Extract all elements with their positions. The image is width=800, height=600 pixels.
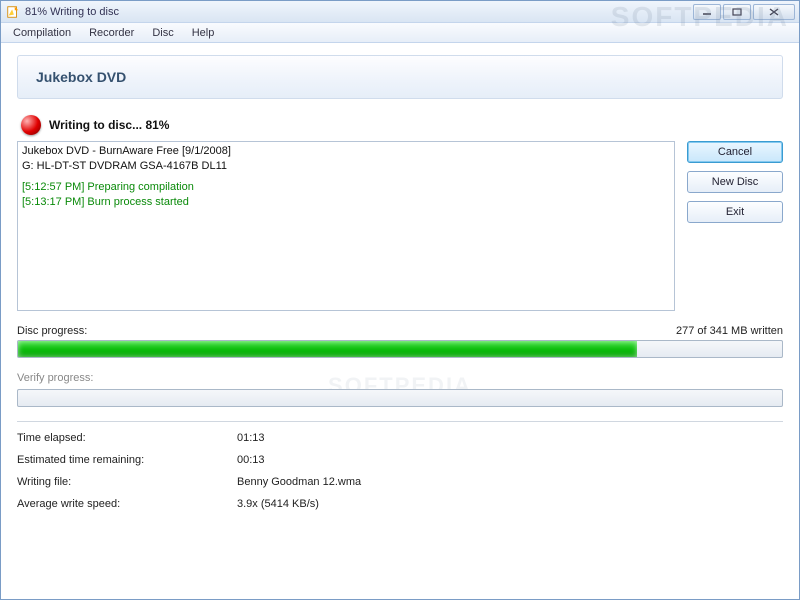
verify-progress-bar [17,389,783,407]
disc-progress-bar [17,340,783,358]
app-icon [5,4,21,20]
writing-file-label: Writing file: [17,476,237,488]
log-output[interactable]: Jukebox DVD - BurnAware Free [9/1/2008] … [17,141,675,311]
cancel-button[interactable]: Cancel [687,141,783,163]
verify-progress-label: Verify progress: [17,372,783,384]
window-title: 81% Writing to disc [25,6,119,18]
content-area: SOFTPEDIA Jukebox DVD Writing to disc...… [1,43,799,599]
menubar: Compilation Recorder Disc Help [1,23,799,43]
divider [17,421,783,422]
status-row: Writing to disc... 81% [21,115,783,135]
disc-progress-labels: Disc progress: 277 of 341 MB written [17,325,783,337]
new-disc-button[interactable]: New Disc [687,171,783,193]
time-elapsed-label: Time elapsed: [17,432,237,444]
avg-speed-value: 3.9x (5414 KB/s) [237,498,783,510]
est-remaining-label: Estimated time remaining: [17,454,237,466]
time-elapsed-value: 01:13 [237,432,783,444]
page-title: Jukebox DVD [36,69,126,85]
log-line: G: HL-DT-ST DVDRAM GSA-4167B DL11 [22,159,670,174]
header-band: Jukebox DVD [17,55,783,99]
record-icon [21,115,41,135]
disc-progress-label: Disc progress: [17,325,87,337]
log-line: Jukebox DVD - BurnAware Free [9/1/2008] [22,144,670,159]
window-controls [693,4,795,20]
close-button[interactable] [753,4,795,20]
main-row: Jukebox DVD - BurnAware Free [9/1/2008] … [17,141,783,311]
stats-grid: Time elapsed: 01:13 Estimated time remai… [17,432,783,510]
exit-button[interactable]: Exit [687,201,783,223]
writing-file-value: Benny Goodman 12.wma [237,476,783,488]
titlebar: 81% Writing to disc [1,1,799,23]
menu-disc[interactable]: Disc [144,25,181,41]
maximize-button[interactable] [723,4,751,20]
disc-progress-written: 277 of 341 MB written [676,325,783,337]
avg-speed-label: Average write speed: [17,498,237,510]
minimize-button[interactable] [693,4,721,20]
side-buttons: Cancel New Disc Exit [687,141,783,311]
disc-progress-fill [18,341,637,357]
menu-compilation[interactable]: Compilation [5,25,79,41]
app-window: SOFTPEDIA 81% Writing to disc Compilatio… [0,0,800,600]
menu-help[interactable]: Help [184,25,223,41]
menu-recorder[interactable]: Recorder [81,25,142,41]
status-text: Writing to disc... 81% [49,118,169,132]
log-line: [5:12:57 PM] Preparing compilation [22,180,670,195]
log-container: Jukebox DVD - BurnAware Free [9/1/2008] … [17,141,675,311]
log-line: [5:13:17 PM] Burn process started [22,195,670,210]
est-remaining-value: 00:13 [237,454,783,466]
